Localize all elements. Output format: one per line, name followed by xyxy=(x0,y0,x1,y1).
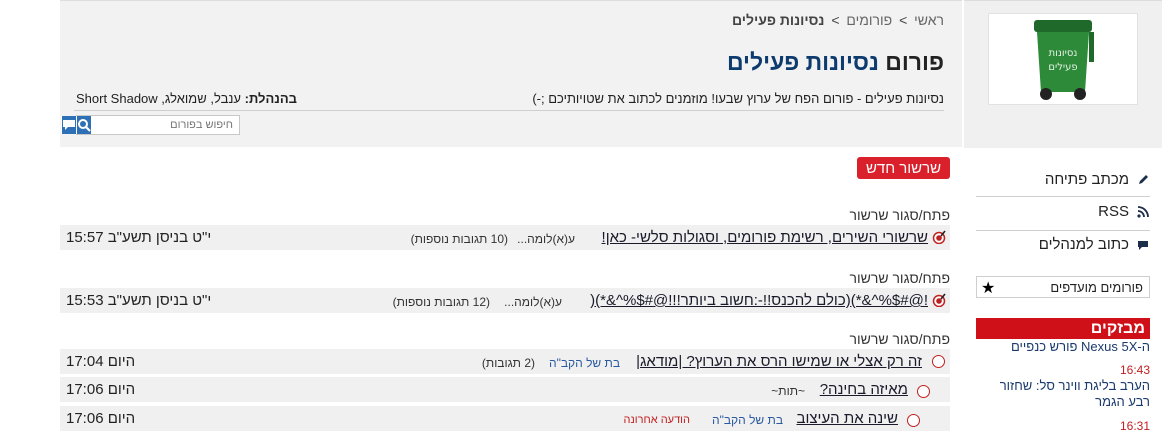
reply-status-icon xyxy=(917,385,930,398)
chat-search-button[interactable] xyxy=(61,116,76,134)
pinned-thread-icon xyxy=(932,230,946,244)
new-thread-button[interactable]: שרשור חדש xyxy=(857,157,950,179)
toggle-thread[interactable]: פתח/סגור שרשור xyxy=(850,270,950,286)
thread-author[interactable]: ~תות~ xyxy=(771,384,805,398)
page-title-name: נסיונות פעילים xyxy=(726,49,879,75)
pencil-icon xyxy=(1136,173,1150,187)
reply-status-icon xyxy=(907,414,920,427)
logo-panel: נסיונות פעילים xyxy=(964,0,1162,148)
thread-replies[interactable]: (10 תגובות נוספות) xyxy=(411,232,508,246)
moderators-label: בהנהלת: xyxy=(244,91,297,106)
news-item[interactable]: הערב בליגת ווינר סל: שחזור רבע הגמר xyxy=(976,378,1150,410)
search-input[interactable] xyxy=(91,116,239,134)
chat-icon xyxy=(1136,238,1150,252)
logo-lettering-2: פעילים xyxy=(1048,62,1077,73)
sidebar-link-label: כתוב למנהלים xyxy=(1038,236,1129,253)
sidebar-link-label: מכתב פתיחה xyxy=(1044,171,1129,188)
sidebar: נסיונות פעילים מכתב פתיחה RSS כתוב למנהל… xyxy=(964,0,1162,432)
news-flash-header: מבזקים xyxy=(976,318,1150,339)
toggle-thread[interactable]: פתח/סגור שרשור xyxy=(850,207,950,223)
forum-moderators: בהנהלת: ענבל, שמואלג, Short Shadow xyxy=(76,91,297,106)
thread-status-icon xyxy=(932,355,945,368)
breadcrumb-separator: > xyxy=(831,12,840,28)
thread-date: היום 17:06 xyxy=(66,410,136,427)
divider xyxy=(976,230,1150,231)
thread-author[interactable]: ע(א)לומה... xyxy=(504,295,562,309)
star-icon[interactable]: ★ xyxy=(981,278,995,298)
chat-icon xyxy=(63,120,75,130)
search-icon xyxy=(78,119,91,132)
favorites-forums[interactable]: פורומים מועדפים ★ xyxy=(976,276,1150,298)
thread-row: שינה את העיצוב בת של הקב"ה הודעה אחרונה … xyxy=(60,406,950,431)
thread-author[interactable]: בת של הקב"ה xyxy=(712,413,783,427)
thread-author[interactable]: ע(א)לומה... xyxy=(517,232,575,246)
thread-date: י"ט בניסן תשע"ב 15:57 xyxy=(66,229,212,246)
forum-header: ראשי > פורומים > נסיונות פעילים פורום נס… xyxy=(60,0,962,147)
logo-lettering: נסיונות xyxy=(1049,48,1078,59)
toggle-thread[interactable]: פתח/סגור שרשור xyxy=(850,331,950,347)
breadcrumb-forums[interactable]: פורומים xyxy=(846,12,892,28)
thread-row: זה רק אצלי או שמישו הרס את הערוץ? |מודאג… xyxy=(60,349,950,374)
search-button[interactable] xyxy=(76,116,91,134)
forum-logo: נסיונות פעילים xyxy=(988,13,1138,105)
news-item[interactable]: ה-Nexus 5X פורש כנפיים xyxy=(976,339,1150,355)
pinned-thread-icon xyxy=(932,293,946,307)
thread-title[interactable]: !@#$%^&*)(כולם להכנס!!-:חשוב ביותר!!!@#$… xyxy=(590,292,928,309)
thread-title[interactable]: שינה את העיצוב xyxy=(797,410,898,427)
page-title: פורום נסיונות פעילים xyxy=(727,49,944,76)
thread-date: היום 17:06 xyxy=(66,381,136,398)
moderators-names: ענבל, שמואלג, Short Shadow xyxy=(76,91,241,106)
breadcrumb-home[interactable]: ראשי xyxy=(914,12,944,28)
divider xyxy=(976,196,1150,197)
thread-replies[interactable]: (12 תגובות נוספות) xyxy=(393,295,490,309)
sidebar-link-write-admins[interactable]: כתוב למנהלים xyxy=(976,236,1150,253)
thread-row: שרשורי השירים, רשימת פורומים, וסגולות סל… xyxy=(60,225,950,250)
thread-replies[interactable]: (2 תגובות) xyxy=(482,356,535,370)
breadcrumb-current: נסיונות פעילים xyxy=(731,12,825,28)
forum-search xyxy=(61,115,240,135)
thread-date: היום 17:04 xyxy=(66,353,136,370)
sidebar-link-rss[interactable]: RSS xyxy=(976,203,1150,220)
thread-title[interactable]: זה רק אצלי או שמישו הרס את הערוץ? |מודאג… xyxy=(636,353,922,370)
thread-row: !@#$%^&*)(כולם להכנס!!-:חשוב ביותר!!!@#$… xyxy=(60,288,950,313)
thread-title[interactable]: מאיזה בחינה? xyxy=(820,381,908,398)
news-time: 16:31 xyxy=(1119,419,1150,432)
news-time: 16:43 xyxy=(1119,363,1150,377)
thread-row: מאיזה בחינה? ~תות~ היום 17:06 xyxy=(60,377,950,402)
divider xyxy=(74,110,944,111)
rss-icon xyxy=(1136,205,1150,219)
breadcrumb: ראשי > פורומים > נסיונות פעילים xyxy=(732,12,944,28)
favorites-label: פורומים מועדפים xyxy=(1050,279,1143,295)
trash-bin-icon: נסיונות פעילים xyxy=(1034,20,1094,100)
thread-title[interactable]: שרשורי השירים, רשימת פורומים, וסגולות סל… xyxy=(602,229,928,246)
breadcrumb-separator: > xyxy=(899,12,908,28)
thread-author[interactable]: בת של הקב"ה xyxy=(549,356,620,370)
thread-date: י"ט בניסן תשע"ב 15:53 xyxy=(66,292,212,309)
forum-description: נסיונות פעילים - פורום הפח של ערוץ שבעו!… xyxy=(532,91,944,106)
last-message-link[interactable]: הודעה אחרונה xyxy=(624,414,691,426)
sidebar-link-label: RSS xyxy=(1098,203,1129,220)
page-title-prefix: פורום xyxy=(885,49,944,75)
sidebar-link-opening-letter[interactable]: מכתב פתיחה xyxy=(976,171,1150,188)
